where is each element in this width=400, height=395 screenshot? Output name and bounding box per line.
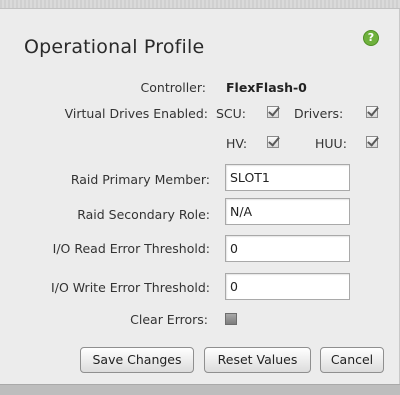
io-write-error-threshold-label: I/O Write Error Threshold: — [51, 280, 210, 295]
raid-secondary-role-label: Raid Secondary Role: — [77, 207, 210, 222]
hv-checkbox[interactable] — [267, 136, 279, 148]
operational-profile-dialog — [0, 9, 400, 384]
drivers-checkbox[interactable] — [366, 106, 378, 118]
bottom-border — [0, 384, 400, 395]
io-write-error-threshold-input[interactable] — [225, 273, 350, 300]
virtual-drives-label: Virtual Drives Enabled: — [64, 106, 208, 121]
huu-checkbox[interactable] — [366, 136, 378, 148]
raid-primary-member-label: Raid Primary Member: — [70, 172, 210, 187]
hv-label: HV: — [226, 136, 248, 151]
save-changes-button[interactable]: Save Changes — [80, 347, 194, 373]
reset-values-button[interactable]: Reset Values — [204, 347, 311, 373]
cancel-button[interactable]: Cancel — [320, 347, 384, 373]
drivers-label: Drivers: — [294, 106, 344, 121]
dialog-title: Operational Profile — [24, 36, 205, 58]
controller-value: FlexFlash-0 — [226, 80, 307, 95]
clear-errors-label: Clear Errors: — [130, 312, 208, 327]
huu-label: HUU: — [315, 136, 347, 151]
scu-checkbox[interactable] — [267, 106, 279, 118]
scu-label: SCU: — [216, 106, 247, 121]
io-read-error-threshold-label: I/O Read Error Threshold: — [52, 241, 210, 256]
raid-primary-member-input[interactable] — [225, 164, 350, 191]
raid-secondary-role-input[interactable] — [225, 198, 350, 225]
clear-errors-checkbox[interactable] — [225, 313, 237, 325]
top-border — [0, 0, 400, 9]
help-icon[interactable]: ? — [363, 30, 379, 46]
controller-label: Controller: — [140, 80, 206, 95]
io-read-error-threshold-input[interactable] — [225, 235, 350, 262]
